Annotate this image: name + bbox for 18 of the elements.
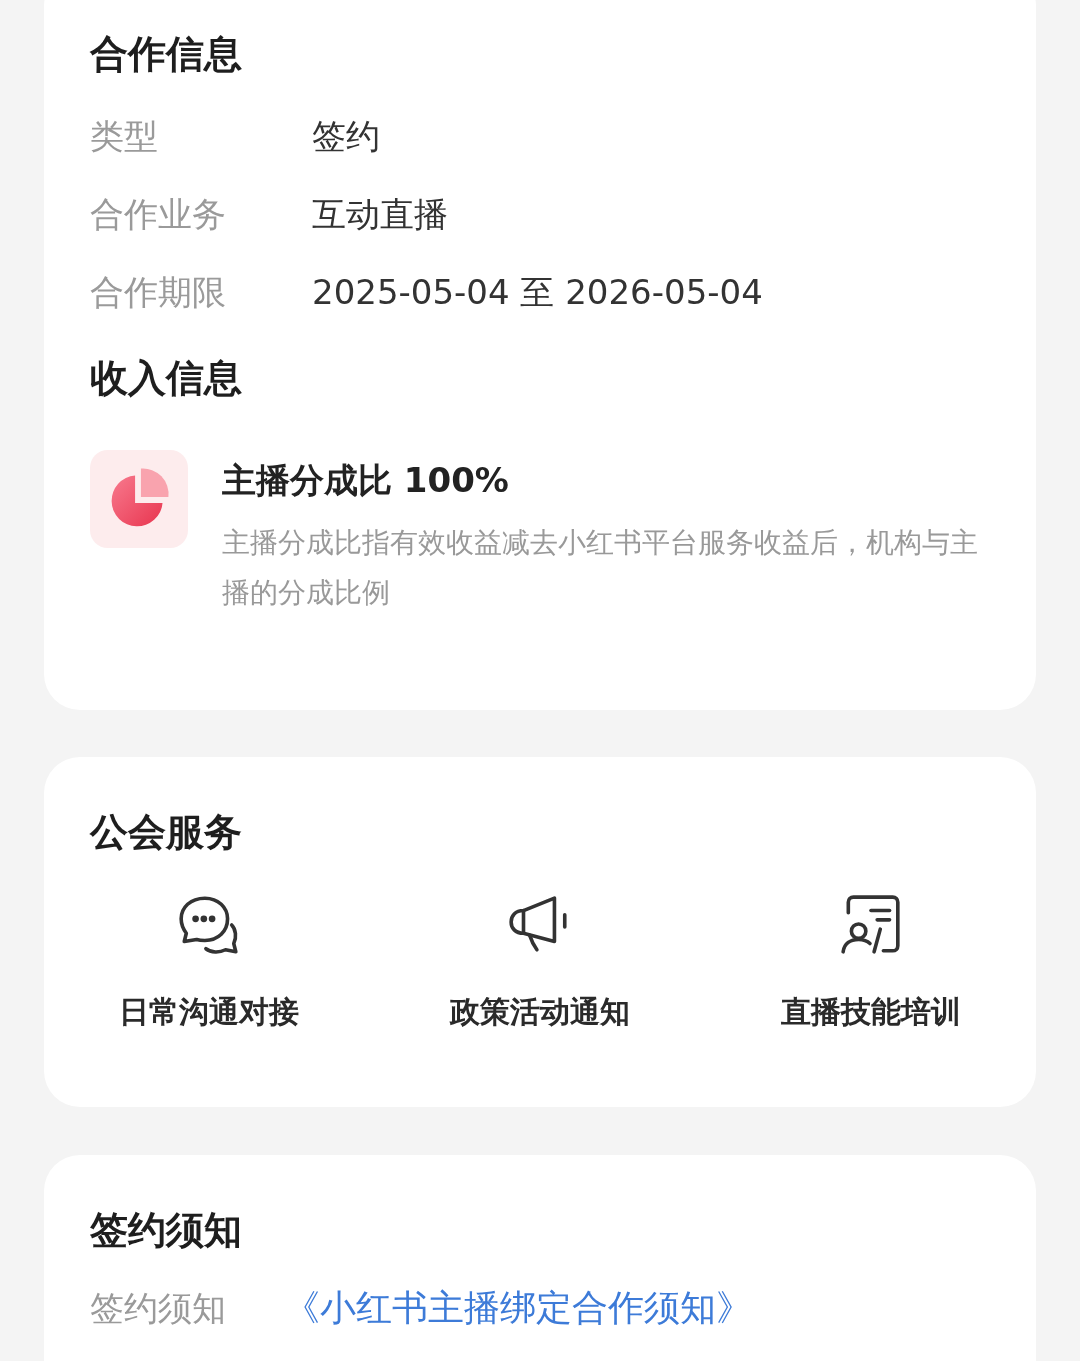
field-value: 互动直播 [312, 192, 448, 236]
share-ratio: 主播分成比 100% [222, 458, 510, 502]
section-title: 收入信息 [90, 357, 243, 400]
section-title: 公会服务 [90, 812, 243, 854]
agreement-link[interactable]: 《小红书主播绑定合作须知》 [284, 1285, 752, 1330]
section-title: 签约须知 [90, 1210, 243, 1252]
service-button[interactable]: 日常沟通对接 [44, 891, 375, 1033]
field-label: 签约须知 [90, 1286, 227, 1330]
share-description: 主播分成比指有效收益减去小红书平台服务收益后，机构与主播的分成比例 [222, 524, 979, 611]
field-value: 2025-05-04 至 2026-05-04 [312, 270, 763, 314]
field-label: 合作期限 [90, 270, 227, 314]
service-button[interactable]: 政策活动通知 [374, 891, 706, 1033]
section-title: 合作信息 [90, 34, 243, 76]
field-label: 类型 [90, 114, 159, 158]
service-button[interactable]: 直播技能培训 [705, 891, 1036, 1033]
field-value: 签约 [312, 114, 380, 158]
pie-chart-icon [90, 449, 188, 548]
field-label: 合作业务 [90, 192, 227, 236]
